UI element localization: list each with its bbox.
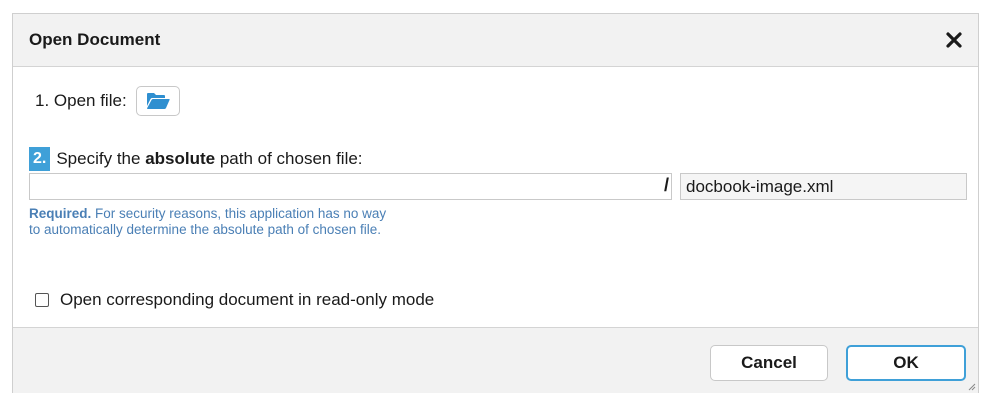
open-file-label: 1. Open file: [35, 91, 127, 110]
resize-grip-icon[interactable] [966, 381, 976, 391]
help-text: Required. For security reasons, this app… [29, 206, 489, 238]
help-line-1: For security reasons, this application h… [95, 206, 387, 221]
ok-button[interactable]: OK [846, 345, 966, 381]
dialog-footer: Cancel OK [13, 327, 978, 393]
absolute-path-instruction: 2. Specify the absolute path of chosen f… [29, 147, 363, 171]
readonly-option[interactable]: Open corresponding document in read-only… [35, 290, 434, 310]
path-separator: / [664, 175, 670, 195]
folder-open-icon [146, 93, 170, 109]
dialog-title: Open Document [29, 30, 161, 49]
absolute-path-input[interactable] [29, 173, 672, 200]
open-file-row: 1. Open file: [35, 85, 180, 117]
required-label: Required. [29, 206, 92, 221]
readonly-checkbox[interactable] [35, 293, 49, 307]
readonly-label: Open corresponding document in read-only… [60, 290, 435, 309]
open-document-dialog: Open Document 1. Open file: 2. Specify t… [12, 13, 979, 393]
close-button[interactable] [942, 28, 966, 52]
cancel-button[interactable]: Cancel [710, 345, 828, 381]
instruction-text-after: path of chosen file: [219, 149, 363, 168]
step-number-badge: 2. [29, 147, 51, 171]
dialog-titlebar: Open Document [13, 14, 978, 67]
help-line-2: to automatically determine the absolute … [29, 222, 381, 237]
close-icon [946, 32, 962, 48]
instruction-text-before: Specify the [56, 149, 141, 168]
filename-field: docbook-image.xml [680, 173, 967, 200]
instruction-text-bold: absolute [145, 149, 216, 168]
open-file-button[interactable] [135, 86, 180, 116]
